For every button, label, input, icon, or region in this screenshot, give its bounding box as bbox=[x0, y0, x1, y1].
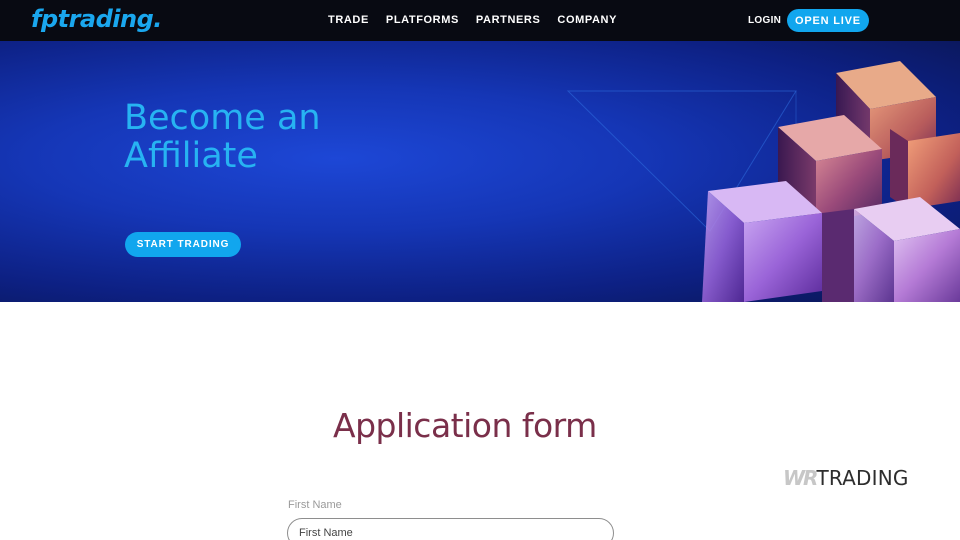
nav-item-partners[interactable]: PARTNERS bbox=[476, 14, 541, 26]
logo-text: fptrading bbox=[31, 5, 154, 33]
nav-item-company[interactable]: COMPANY bbox=[557, 14, 617, 26]
wr-text: TRADING bbox=[816, 466, 909, 490]
cube-lower-right bbox=[850, 197, 960, 302]
fptrading-logo[interactable]: fptrading. bbox=[31, 5, 162, 33]
open-live-button[interactable]: OPEN LIVE bbox=[787, 9, 869, 32]
login-link[interactable]: LOGIN bbox=[748, 15, 781, 26]
logo-dot: . bbox=[153, 5, 162, 33]
first-name-input[interactable] bbox=[287, 518, 614, 540]
hero-banner: Become an Affiliate START TRADING bbox=[0, 41, 960, 302]
nav-item-trade[interactable]: TRADE bbox=[328, 14, 369, 26]
wr-trading-watermark: WR TRADING bbox=[783, 466, 909, 490]
hero-title-line2: Affiliate bbox=[124, 136, 258, 176]
first-name-label: First Name bbox=[288, 499, 342, 511]
wr-mark: WR bbox=[783, 466, 818, 490]
glowing-cubes-illustration bbox=[566, 61, 960, 302]
nav-item-platforms[interactable]: PLATFORMS bbox=[386, 14, 459, 26]
hero-title: Become an Affiliate bbox=[124, 99, 384, 175]
form-title: Application form bbox=[333, 406, 597, 445]
hero-title-line1: Become an bbox=[124, 98, 321, 138]
cube-bottom-middle bbox=[822, 209, 854, 302]
cube-right bbox=[890, 129, 960, 209]
cube-lower-left bbox=[702, 181, 822, 302]
start-trading-button[interactable]: START TRADING bbox=[125, 232, 241, 257]
main-nav: TRADE PLATFORMS PARTNERS COMPANY bbox=[328, 14, 634, 26]
top-navbar: fptrading. TRADE PLATFORMS PARTNERS COMP… bbox=[0, 0, 960, 41]
